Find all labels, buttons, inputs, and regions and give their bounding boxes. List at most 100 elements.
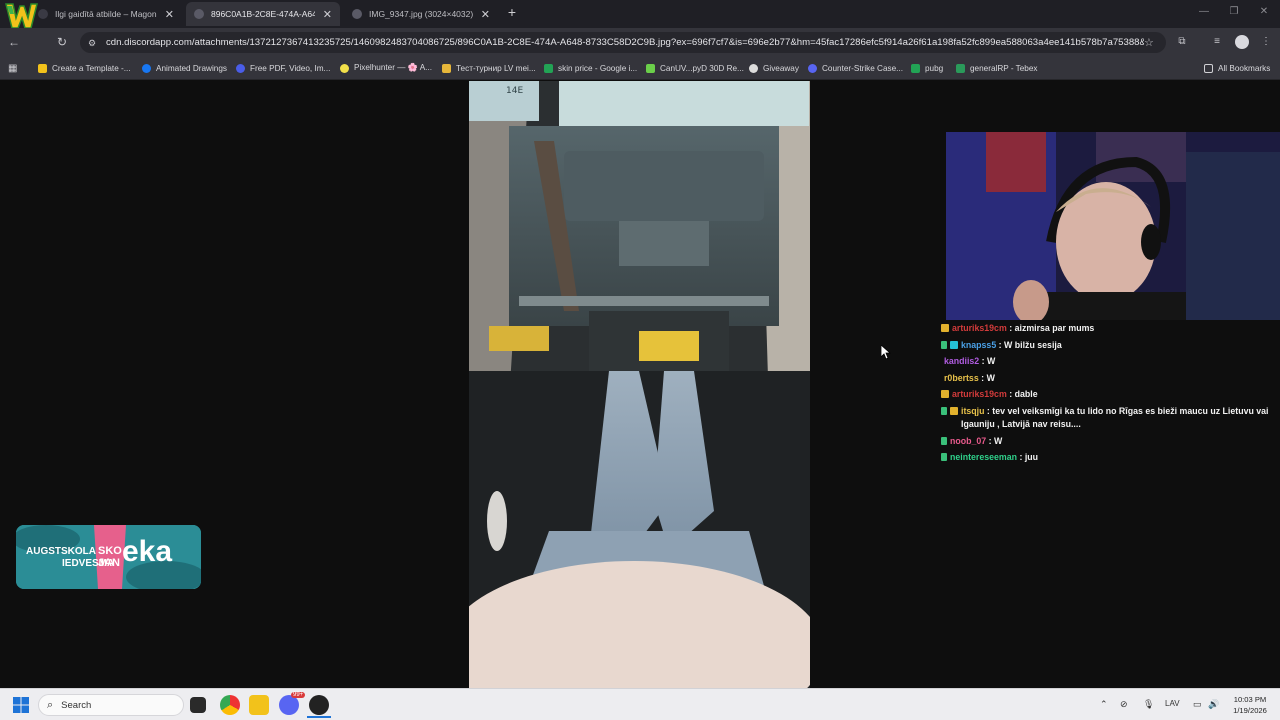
language-indicator[interactable]: LAV (1165, 699, 1180, 708)
media-control-icon[interactable]: ≡ (1210, 35, 1224, 49)
clock-time: 10:03 PM (1233, 695, 1267, 704)
chat-username[interactable]: r0bertss (944, 372, 979, 385)
bookmark-favicon-icon (340, 63, 349, 73)
windows-start-icon[interactable] (13, 697, 29, 713)
bookmark-favicon-icon (808, 63, 817, 73)
badge-icon (950, 406, 958, 415)
bookmark-label: skin price - Google i... (558, 63, 638, 73)
logo-text-big: eka (122, 535, 173, 568)
new-tab-button[interactable]: + (504, 4, 520, 22)
chat-username[interactable]: arturiks19cm (952, 322, 1007, 335)
sheets-icon (544, 63, 553, 73)
chat-badges (941, 451, 950, 464)
badge-icon (941, 406, 947, 415)
site-info-icon[interactable]: ⚙ (88, 38, 98, 48)
chat-username[interactable]: arturiks19cm (952, 388, 1007, 401)
bookmark-free-pdf[interactable]: Free PDF, Video, Im... (236, 61, 330, 75)
badge-icon (941, 390, 949, 399)
maximize-icon[interactable]: ❐ (1226, 6, 1242, 20)
task-view-icon[interactable] (190, 697, 206, 713)
bookmark-label: CanUV...pyD 30D Re... (660, 63, 744, 73)
chat-message: r0bertss : W (944, 372, 995, 385)
bookmark-pixelhunter[interactable]: Pixelhunter — 🌸 A... (340, 61, 432, 75)
chat-text: aizmirsa par mums (1014, 323, 1095, 333)
bookmark-label: Create a Template -... (52, 63, 131, 73)
obs-icon[interactable] (309, 695, 329, 715)
globe-icon (194, 9, 204, 19)
bookmark-pubg[interactable]: pubg (911, 61, 943, 75)
discord-icon[interactable] (279, 695, 299, 715)
close-tab-icon[interactable]: ✕ (165, 8, 174, 21)
chat-username[interactable]: itsqju (961, 406, 984, 416)
close-tab-icon[interactable]: ✕ (481, 8, 490, 21)
reload-icon[interactable]: ↻ (54, 34, 70, 50)
chat-badges (941, 435, 950, 448)
bookmark-star-icon[interactable]: ☆ (1144, 36, 1158, 49)
windows-taskbar: ⌕ Search 99+ ⌃ ⊘ 🎙 LAV ▭ 🔊 10:03 PM 1/19… (0, 688, 1280, 720)
bookmark-cs-case[interactable]: Counter-Strike Case... (808, 61, 903, 75)
chat-username[interactable]: kandiis2 (944, 355, 979, 368)
bookmark-generalrp[interactable]: generalRP - Tebex (956, 61, 1038, 75)
chat-username[interactable]: neintereseeman (950, 451, 1017, 464)
chrome-icon[interactable] (220, 695, 240, 715)
url-text[interactable]: cdn.discordapp.com/attachments/137212736… (106, 37, 1144, 48)
bookmark-create-template[interactable]: Create a Template -... (38, 61, 131, 75)
bookmarks-bar: ▦ Create a Template -... Animated Drawin… (0, 56, 1280, 80)
close-window-icon[interactable]: ✕ (1256, 6, 1272, 20)
bookmark-label: Animated Drawings (156, 63, 227, 73)
streamer-webcam (946, 132, 1280, 320)
tab-ilgi[interactable]: Ilgi gaidītā atbilde – Magone at ✕ (30, 2, 182, 26)
display-icon[interactable]: ▭ (1193, 699, 1202, 710)
tab-title: 896C0A1B-2C8E-474A-A648-8733C58D2C9B.jpg (211, 9, 315, 19)
bookmark-skin-price[interactable]: skin price - Google i... (544, 61, 637, 75)
file-explorer-icon[interactable] (249, 695, 269, 715)
tab-title: IMG_9347.jpg (3024×4032) (369, 9, 473, 19)
extensions-icon[interactable]: ⧉ (1175, 35, 1189, 49)
bookmark-favicon-icon (38, 63, 47, 73)
bookmark-label: pubg (925, 63, 944, 73)
microphone-icon[interactable]: 🎙 (1143, 699, 1154, 710)
tray-chevron-icon[interactable]: ⌃ (1100, 699, 1108, 710)
network-icon[interactable]: ⊘ (1120, 699, 1128, 710)
bookmark-label: Counter-Strike Case... (822, 63, 903, 73)
active-app-indicator (307, 716, 331, 718)
bookmark-label: Giveaway (763, 63, 799, 73)
chat-text: W bilžu sesija (1004, 339, 1062, 350)
chat-text: W (987, 356, 996, 367)
sheets-icon (911, 63, 920, 73)
chat-username[interactable]: noob_07 (950, 435, 986, 448)
sponsor-logo: AUGSTSKOLA IEDVESMA SKO JAN eka (16, 525, 201, 589)
logo-text-line1: AUGSTSKOLA (26, 546, 96, 557)
back-icon[interactable]: ← (6, 34, 22, 50)
bookmark-giveaway[interactable]: Giveaway (749, 61, 799, 75)
chat-text: tev vel veiksmīgi ka tu lido no Rīgas es… (961, 405, 1269, 429)
bookmark-test-turnir[interactable]: Тест-турнир LV mei... (442, 61, 536, 75)
bookmark-canuv[interactable]: CanUV...pyD 30D Re... (646, 61, 744, 75)
apps-grid-icon[interactable]: ▦ (8, 61, 17, 75)
omnibox[interactable]: ⚙ cdn.discordapp.com/attachments/1372127… (80, 32, 1166, 53)
minimize-icon[interactable]: — (1196, 6, 1212, 20)
bookmark-favicon-icon (956, 63, 965, 73)
taskbar-search[interactable]: ⌕ Search (38, 694, 184, 716)
bookmark-animated-drawings[interactable]: Animated Drawings (142, 61, 227, 75)
tab-img-9347[interactable]: IMG_9347.jpg (3024×4032) ✕ (344, 2, 498, 26)
site-favicon-icon (38, 9, 48, 19)
system-clock[interactable]: 10:03 PM 1/19/2026 (1224, 694, 1276, 716)
tab-title: Ilgi gaidītā atbilde – Magone at (55, 9, 157, 19)
chat-message: noob_07 : W (941, 435, 1280, 448)
tab-strip: Ilgi gaidītā atbilde – Magone at ✕ 896C0… (0, 0, 1280, 28)
search-placeholder: Search (61, 699, 92, 711)
close-tab-icon[interactable]: ✕ (323, 8, 332, 21)
all-bookmarks-button[interactable]: All Bookmarks (1204, 61, 1270, 75)
chat-message: itsqju : tev vel veiksmīgi ka tu lido no… (941, 405, 1280, 431)
volume-icon[interactable]: 🔊 (1208, 699, 1219, 710)
tab-discord-image[interactable]: 896C0A1B-2C8E-474A-A648-8733C58D2C9B.jpg… (186, 2, 340, 26)
airplane-seat-photo: 14E (469, 81, 810, 688)
meta-icon (142, 63, 151, 73)
chat-text: dable (1014, 389, 1038, 400)
logo-text-mid2: JAN (98, 557, 121, 569)
profile-avatar-icon[interactable] (1235, 35, 1249, 49)
menu-dots-icon[interactable]: ⋮ (1259, 35, 1273, 49)
page-content: 14E arturiks19cm: aizmirsa par mums kna… (0, 81, 1280, 688)
chat-username[interactable]: knapss5 (961, 339, 996, 352)
